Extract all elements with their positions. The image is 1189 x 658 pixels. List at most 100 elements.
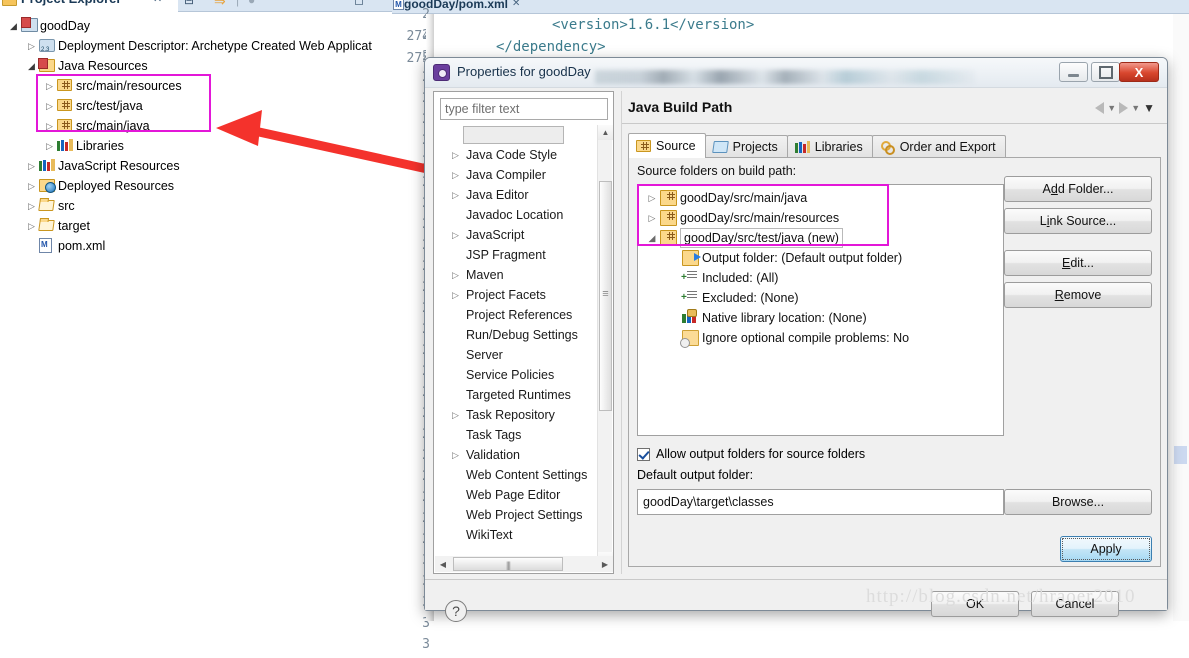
settings-nav-item[interactable]: Server <box>435 345 597 365</box>
chevron-down-icon[interactable]: ◢ <box>26 56 37 76</box>
editor-tab-pom-xml[interactable]: M goodDay/pom.xml ✕ <box>392 0 1189 14</box>
properties-dialog: Properties for goodDay X Java Build Path… <box>424 57 1168 622</box>
allow-output-folders-checkbox[interactable] <box>637 447 650 461</box>
apply-button[interactable]: Apply <box>1060 536 1152 562</box>
excluded-icon <box>681 288 699 308</box>
chevron-right-icon[interactable]: ▷ <box>646 208 658 228</box>
chevron-down-icon[interactable]: ◢ <box>8 16 19 36</box>
default-output-folder-input[interactable] <box>637 489 1004 515</box>
back-history-caret-icon[interactable]: ▼ <box>1107 103 1116 113</box>
settings-nav-item[interactable]: Project References <box>435 305 597 325</box>
settings-nav-item-label: WikiText <box>466 528 513 542</box>
help-button[interactable]: ? <box>445 600 467 622</box>
editor-overview-ruler[interactable] <box>1173 14 1189 621</box>
settings-nav-item[interactable]: Run/Debug Settings <box>435 325 597 345</box>
tab-source[interactable]: Source <box>628 133 706 158</box>
settings-nav-item[interactable]: WikiText <box>435 525 597 545</box>
code-line[interactable]: </dependency> <box>440 37 606 58</box>
chevron-right-icon[interactable]: ▷ <box>26 196 37 216</box>
link-editor-icon[interactable]: ⇒ <box>214 0 226 10</box>
page-navigation[interactable]: ▼ ▼ ▼ <box>1095 99 1155 117</box>
chevron-right-icon[interactable]: ▷ <box>452 165 462 185</box>
add-folder-button[interactable]: Add Folder... <box>1004 176 1152 202</box>
settings-nav-item[interactable]: ▷ Maven <box>435 265 597 285</box>
close-button[interactable]: X <box>1119 62 1159 82</box>
settings-nav-item[interactable]: ▷ Task Repository <box>435 405 597 425</box>
settings-nav-item[interactable]: Task Tags <box>435 425 597 445</box>
chevron-right-icon[interactable]: ▷ <box>452 445 462 465</box>
settings-nav-list[interactable]: Java Build Path▷Java Code Style▷Java Com… <box>435 125 597 550</box>
tab-libraries[interactable]: Libraries <box>786 135 873 158</box>
settings-nav-item[interactable]: Java Build Path <box>435 125 597 145</box>
cancel-button[interactable]: Cancel <box>1031 591 1119 617</box>
chevron-right-icon[interactable]: ▷ <box>452 405 462 425</box>
package-folder-icon <box>57 79 72 91</box>
settings-nav-item[interactable]: ▷ Java Code Style <box>435 145 597 165</box>
settings-nav-item[interactable]: ▷ Java Compiler <box>435 165 597 185</box>
tab-order-and-export[interactable]: Order and Export <box>871 135 1006 158</box>
chevron-right-icon[interactable]: ▷ <box>44 96 55 116</box>
maximize-button[interactable] <box>1091 62 1120 82</box>
close-icon[interactable]: ✕ <box>512 0 520 9</box>
dialog-titlebar[interactable]: Properties for goodDay X <box>425 58 1167 88</box>
filter-input[interactable] <box>440 98 608 120</box>
chevron-right-icon[interactable]: ▷ <box>452 185 462 205</box>
project-explorer-tree[interactable]: ◢goodDay▷Deployment Descriptor: Archetyp… <box>0 14 392 621</box>
link-source-button[interactable]: Link Source... <box>1004 208 1152 234</box>
chevron-right-icon[interactable]: ▷ <box>44 76 55 96</box>
scroll-left-icon[interactable]: ◀ <box>435 556 451 572</box>
close-icon[interactable]: ✕ <box>153 0 162 5</box>
settings-nav-item[interactable]: Targeted Runtimes <box>435 385 597 405</box>
scrollbar-thumb[interactable] <box>599 181 612 411</box>
settings-nav-item[interactable]: Javadoc Location <box>435 205 597 225</box>
chevron-right-icon[interactable]: ▷ <box>44 116 55 136</box>
chevron-down-icon[interactable]: ◢ <box>646 228 658 248</box>
ok-button[interactable]: OK <box>931 591 1019 617</box>
browse-button[interactable]: Browse... <box>1004 489 1152 515</box>
tree-item-label: Java Resources <box>58 59 148 73</box>
tab-projects[interactable]: Projects <box>704 135 788 158</box>
collapse-all-icon[interactable]: ⊟ <box>184 0 194 7</box>
forward-history-caret-icon[interactable]: ▼ <box>1131 103 1140 113</box>
settings-nav-item[interactable]: Service Policies <box>435 365 597 385</box>
chevron-right-icon[interactable]: ▷ <box>26 176 37 196</box>
source-folders-tree[interactable]: ▷ goodDay/src/main/java ▷ goodDay/src/main/… <box>637 184 1004 436</box>
settings-nav-item[interactable]: Web Content Settings <box>435 465 597 485</box>
chevron-right-icon[interactable]: ▷ <box>452 285 462 305</box>
minimize-icon[interactable]: ◻ <box>354 0 364 7</box>
deployed-resources-icon <box>39 179 56 193</box>
settings-nav-item[interactable]: ▷ Java Editor <box>435 185 597 205</box>
nav-vertical-scrollbar[interactable]: ▲ ▼ <box>597 125 613 567</box>
scrollbar-thumb[interactable] <box>453 557 563 572</box>
minimize-button[interactable] <box>1059 62 1088 82</box>
forward-arrow-icon[interactable] <box>1119 102 1129 114</box>
project-explorer-toolbar[interactable]: ⊟ ⇒ | ● ◻ <box>178 0 392 12</box>
remove-button[interactable]: Remove <box>1004 282 1152 308</box>
chevron-right-icon[interactable]: ▷ <box>44 136 55 156</box>
settings-nav-item[interactable]: Web Project Settings <box>435 505 597 525</box>
chevron-right-icon[interactable]: ▷ <box>452 265 462 285</box>
settings-nav-item[interactable]: ▷ JavaScript <box>435 225 597 245</box>
scroll-up-icon[interactable]: ▲ <box>598 125 613 140</box>
tree-item-label: src/main/java <box>76 119 150 133</box>
nav-horizontal-scrollbar[interactable]: ◀ ▶ <box>435 556 613 572</box>
code-line[interactable]: <version>1.6.1</version> <box>440 15 754 36</box>
allow-output-folders-row[interactable]: Allow output folders for source folders <box>637 445 865 463</box>
settings-nav-item[interactable]: JSP Fragment <box>435 245 597 265</box>
settings-nav-item[interactable]: Web Page Editor <box>435 485 597 505</box>
back-arrow-icon[interactable] <box>1095 102 1105 114</box>
chevron-right-icon[interactable]: ▷ <box>646 188 658 208</box>
settings-nav-item[interactable]: ▷ Project Facets <box>435 285 597 305</box>
blue-folder-icon <box>711 141 729 153</box>
view-menu-icon[interactable]: ● <box>248 0 255 7</box>
settings-nav-item[interactable]: ▷ Validation <box>435 445 597 465</box>
edit-button[interactable]: Edit... <box>1004 250 1152 276</box>
chevron-right-icon[interactable]: ▷ <box>26 216 37 236</box>
chevron-right-icon[interactable]: ▷ <box>452 225 462 245</box>
build-path-tabs[interactable]: Source Projects Libraries Order and Export <box>628 133 1006 158</box>
chevron-right-icon[interactable]: ▷ <box>26 156 37 176</box>
chevron-right-icon[interactable]: ▷ <box>26 36 37 56</box>
scroll-right-icon[interactable]: ▶ <box>597 556 613 572</box>
chevron-right-icon[interactable]: ▷ <box>452 145 462 165</box>
view-menu-icon[interactable]: ▼ <box>1143 101 1155 115</box>
